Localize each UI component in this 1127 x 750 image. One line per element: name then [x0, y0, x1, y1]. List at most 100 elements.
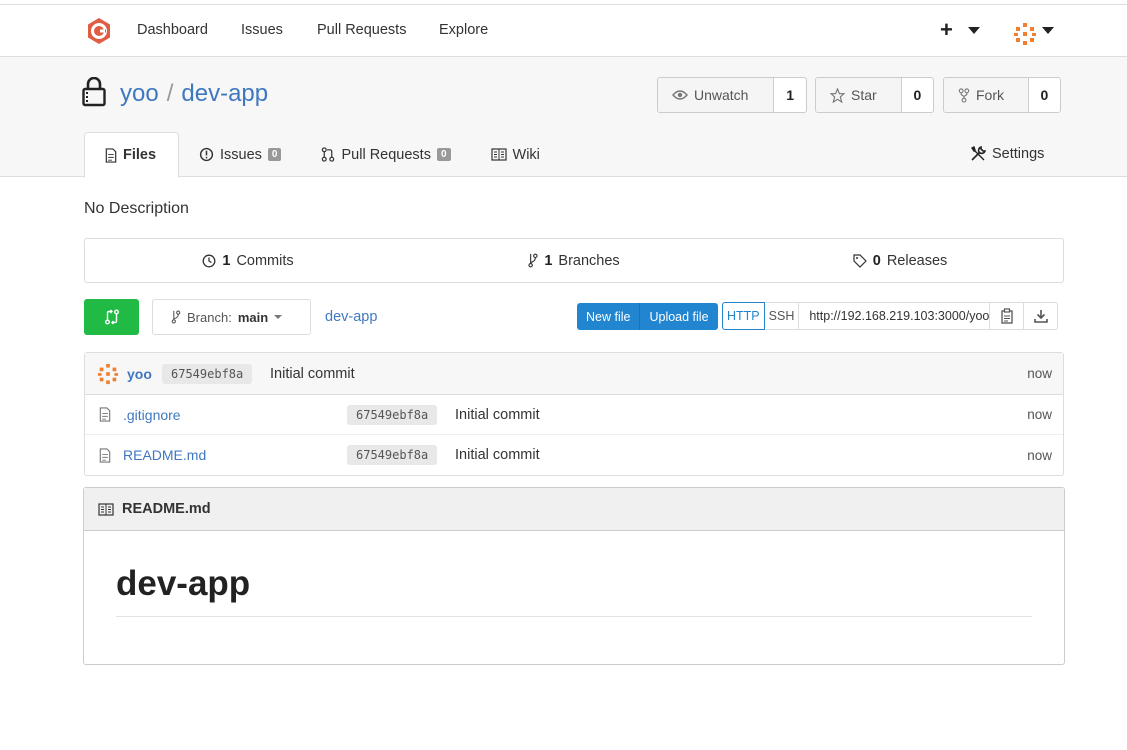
tab-files-label: Files	[123, 147, 157, 163]
file-text-icon	[99, 447, 111, 463]
http-protocol-button[interactable]: HTTP	[722, 302, 765, 330]
unwatch-button[interactable]: Unwatch	[658, 78, 775, 112]
branch-prefix: Branch:	[187, 309, 232, 325]
commit-time: now	[1027, 366, 1052, 381]
tab-settings[interactable]: Settings	[970, 146, 1044, 162]
file-table: yoo 67549ebf8a Initial commit now .gitig…	[84, 352, 1064, 476]
tab-wiki-label: Wiki	[512, 146, 540, 163]
tab-pull-requests-count: 0	[436, 148, 451, 161]
star-label: Star	[851, 87, 877, 103]
book-icon	[490, 148, 507, 161]
tab-issues-count: 0	[267, 148, 282, 161]
user-menu-chevron-down-icon[interactable]	[1042, 27, 1054, 34]
clone-panel: HTTP SSH http://192.168.219.103:3000/yoo…	[722, 302, 1059, 330]
repo-description: No Description	[84, 200, 189, 217]
repo-header: yoo / dev-app Unwatch 1 Star 0 Fork 0 File…	[0, 57, 1127, 178]
file-commit-time: now	[1027, 447, 1052, 463]
user-avatar[interactable]	[1013, 22, 1037, 46]
tools-icon	[970, 146, 986, 161]
tab-pull-requests-label: Pull Requests	[341, 146, 431, 163]
readme-heading-divider	[116, 616, 1032, 617]
branch-chevron-down-icon	[274, 315, 283, 319]
nav-dashboard[interactable]: Dashboard	[137, 22, 208, 38]
lock-icon	[82, 77, 106, 107]
watch-count[interactable]: 1	[774, 78, 806, 112]
branches-label: Branches	[558, 252, 620, 269]
releases-label: Releases	[886, 252, 948, 269]
tab-wiki[interactable]: Wiki	[471, 132, 560, 177]
file-commit-time: now	[1027, 407, 1052, 422]
repo-name-link[interactable]: dev-app	[181, 80, 268, 107]
branches-stat[interactable]: 1 Branches	[411, 239, 737, 282]
tag-icon	[853, 253, 867, 268]
fork-button[interactable]: Fork	[944, 78, 1029, 112]
nav-pull-requests[interactable]: Pull Requests	[317, 22, 406, 38]
tab-files[interactable]: Files	[84, 132, 179, 178]
repo-tabs: Files Issues 0 Pull Requests 0 Wiki	[84, 132, 560, 178]
commit-sha-badge[interactable]: 67549ebf8a	[162, 363, 253, 384]
tab-settings-label: Settings	[992, 146, 1045, 162]
commits-stat[interactable]: 1 Commits	[85, 239, 411, 282]
new-file-button[interactable]: New file	[577, 303, 640, 330]
file-row: .gitignore 67549ebf8a Initial commit now	[85, 395, 1063, 435]
top-navbar: Dashboard Issues Pull Requests Explore +	[0, 4, 1127, 57]
readme-header: README.md	[84, 488, 1064, 531]
star-icon	[830, 87, 845, 103]
download-button[interactable]	[1024, 302, 1059, 330]
ssh-protocol-button[interactable]: SSH	[764, 302, 800, 330]
fork-count[interactable]: 0	[1029, 78, 1060, 112]
clipboard-icon	[1001, 308, 1013, 324]
copy-url-button[interactable]	[990, 302, 1025, 330]
git-pull-request-icon	[322, 147, 335, 162]
git-branch-icon	[171, 310, 181, 324]
nav-explore[interactable]: Explore	[439, 22, 488, 38]
file-name-link[interactable]: README.md	[123, 447, 206, 463]
branch-name: main	[237, 309, 269, 325]
repo-title: yoo / dev-app	[120, 80, 268, 108]
clone-url-input[interactable]: http://192.168.219.103:3000/yoo/dev-app.…	[799, 302, 991, 330]
compare-arrows-icon	[104, 309, 119, 325]
file-commit-sha[interactable]: 67549ebf8a	[347, 404, 438, 425]
tab-issues[interactable]: Issues 0	[179, 132, 301, 177]
create-new-plus-icon[interactable]: +	[940, 17, 953, 43]
readme-title: README.md	[122, 501, 211, 517]
breadcrumb-repo-link[interactable]: dev-app	[325, 309, 377, 325]
star-button[interactable]: Star	[816, 78, 902, 112]
latest-commit-row: yoo 67549ebf8a Initial commit now	[85, 353, 1063, 395]
fork-button-group: Fork 0	[943, 77, 1061, 113]
fork-label: Fork	[976, 87, 1004, 103]
upload-file-button[interactable]: Upload file	[639, 303, 718, 330]
file-commit-sha[interactable]: 67549ebf8a	[347, 445, 438, 465]
commit-author-link[interactable]: yoo	[127, 366, 152, 382]
file-commit-message[interactable]: Initial commit	[455, 447, 540, 463]
tab-pull-requests[interactable]: Pull Requests 0	[301, 132, 470, 177]
file-actions: New file Upload file	[577, 303, 718, 330]
file-text-icon	[105, 147, 117, 163]
issue-opened-icon	[199, 147, 214, 162]
commits-count: 1	[222, 252, 231, 269]
star-count[interactable]: 0	[902, 78, 933, 112]
file-commit-message[interactable]: Initial commit	[455, 407, 540, 423]
file-row: README.md 67549ebf8a Initial commit now	[85, 435, 1063, 475]
releases-stat[interactable]: 0 Releases	[737, 239, 1063, 282]
tab-issues-label: Issues	[220, 146, 262, 163]
nav-issues[interactable]: Issues	[241, 22, 283, 38]
watch-button-group: Unwatch 1	[657, 77, 807, 113]
history-icon	[202, 254, 216, 267]
branch-selector[interactable]: Branch: main	[152, 299, 311, 335]
releases-count: 0	[872, 252, 881, 269]
repo-owner-link[interactable]: yoo	[120, 80, 159, 107]
star-button-group: Star 0	[815, 77, 934, 113]
file-name-link[interactable]: .gitignore	[123, 407, 181, 423]
commit-author-avatar[interactable]	[97, 363, 119, 385]
readme-heading: dev-app	[116, 564, 251, 603]
branches-count: 1	[544, 252, 553, 269]
file-text-icon	[99, 407, 111, 422]
gitea-logo-icon[interactable]	[85, 17, 113, 45]
compare-button[interactable]	[84, 299, 139, 335]
create-menu-chevron-down-icon[interactable]	[968, 27, 980, 34]
commits-label: Commits	[236, 252, 294, 269]
unwatch-label: Unwatch	[694, 87, 749, 103]
download-icon	[1034, 310, 1048, 323]
commit-message[interactable]: Initial commit	[270, 366, 355, 382]
